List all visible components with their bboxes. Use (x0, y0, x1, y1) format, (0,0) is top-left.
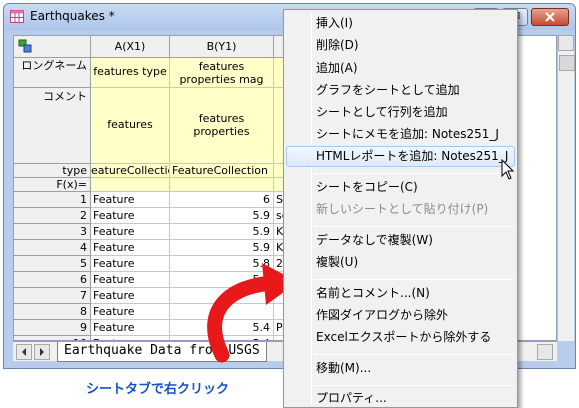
arrow-left-icon (22, 348, 26, 356)
arrow-right-icon (40, 348, 44, 356)
scroll-up-button[interactable] (558, 35, 574, 51)
row-header-type[interactable]: type (14, 164, 91, 178)
table-cell[interactable]: 5.9 (170, 208, 274, 224)
cell-longname-a[interactable]: features type (91, 58, 170, 88)
row-header[interactable]: 7 (14, 288, 91, 304)
column-properties-icon (18, 39, 32, 53)
menu-item-duplicate-no-data[interactable]: データなしで複製(W) (286, 230, 515, 251)
table-cell[interactable]: Feature (91, 256, 170, 272)
close-button[interactable] (531, 8, 569, 26)
row-header[interactable]: 3 (14, 224, 91, 240)
cell-fx-a[interactable] (91, 178, 170, 192)
menu-item-insert[interactable]: 挿入(I) (286, 13, 515, 34)
table-cell[interactable]: Feature (91, 240, 170, 256)
menu-separator (314, 226, 514, 227)
column-header-b[interactable]: B(Y1) (170, 36, 274, 58)
menu-item-add-graph-as-sheet[interactable]: グラフをシートとして追加 (286, 80, 515, 101)
cell-comment-a[interactable]: features (91, 88, 170, 164)
menu-item-duplicate[interactable]: 複製(U) (286, 252, 515, 273)
row-header[interactable]: 6 (14, 272, 91, 288)
table-cell[interactable]: Feature (91, 224, 170, 240)
menu-item-copy-sheet[interactable]: シートをコピー(C) (286, 177, 515, 198)
menu-separator (314, 279, 514, 280)
context-menu: 挿入(I) 削除(D) 追加(A) グラフをシートとして追加 シートとして行列を… (283, 9, 518, 408)
menu-separator (314, 173, 514, 174)
table-cell[interactable]: 5.9 (170, 224, 274, 240)
row-header[interactable]: 4 (14, 240, 91, 256)
table-cell[interactable]: Feature (91, 304, 170, 320)
cell-comment-b[interactable]: features properties (170, 88, 274, 164)
caption: シートタブで右クリック (86, 382, 230, 397)
cell-type-a[interactable]: eatureCollectic (91, 164, 170, 178)
table-cell[interactable]: Feature (91, 192, 170, 208)
row-header[interactable]: 1 (14, 192, 91, 208)
table-cell[interactable]: Feature (91, 272, 170, 288)
grid-corner[interactable] (14, 36, 91, 58)
table-cell[interactable]: 5.9 (170, 240, 274, 256)
row-header-fx[interactable]: F(x)= (14, 178, 91, 192)
menu-item-add-notes-to-sheet[interactable]: シートにメモを追加: Notes251_J (286, 124, 515, 145)
menu-item-properties[interactable]: プロパティ... (286, 388, 515, 408)
cell-type-b[interactable]: FeatureCollection (170, 164, 274, 178)
row-header-comment[interactable]: コメント (14, 88, 91, 164)
menu-item-add-matrix-as-sheet[interactable]: シートとして行列を追加 (286, 102, 515, 123)
menu-item-exclude-from-excel-export[interactable]: Excelエクスポートから除外する (286, 327, 515, 348)
tab-scroll-left-button[interactable] (16, 344, 32, 360)
tab-scroll-right-button[interactable] (34, 344, 50, 360)
row-header-longname[interactable]: ロングネーム (14, 58, 91, 88)
scroll-thumb[interactable] (559, 55, 575, 71)
menu-item-add[interactable]: 追加(A) (286, 58, 515, 79)
row-header[interactable]: 8 (14, 304, 91, 320)
table-cell[interactable]: Feature (91, 288, 170, 304)
row-header[interactable]: 5 (14, 256, 91, 272)
hscroll-right-button[interactable] (537, 344, 553, 360)
cell-longname-b[interactable]: features properties mag (170, 58, 274, 88)
window-title: Earthquakes * (30, 9, 115, 23)
menu-separator (314, 385, 514, 386)
menu-item-name-and-comment[interactable]: 名前とコメント...(N) (286, 283, 515, 304)
table-cell[interactable]: Feature (91, 320, 170, 336)
row-header[interactable]: 2 (14, 208, 91, 224)
cell-fx-b[interactable] (170, 178, 274, 192)
menu-item-move[interactable]: 移動(M)... (286, 358, 515, 379)
menu-separator (314, 354, 514, 355)
menu-item-add-html-report[interactable]: HTMLレポートを追加: Notes251_J (286, 146, 515, 167)
table-cell[interactable]: Feature (91, 208, 170, 224)
close-icon (545, 12, 555, 22)
column-header-a[interactable]: A(X1) (91, 36, 170, 58)
menu-item-delete[interactable]: 削除(D) (286, 35, 515, 56)
table-cell[interactable]: 6 (170, 192, 274, 208)
row-header[interactable]: 9 (14, 320, 91, 336)
menu-item-paste-as-new-sheet[interactable]: 新しいシートとして貼り付け(P) (286, 199, 515, 220)
menu-item-exclude-from-plot-dialog[interactable]: 作図ダイアログから除外 (286, 305, 515, 326)
mouse-cursor-icon (501, 159, 515, 180)
workbook-icon (10, 10, 24, 23)
vertical-scrollbar[interactable] (557, 35, 575, 341)
